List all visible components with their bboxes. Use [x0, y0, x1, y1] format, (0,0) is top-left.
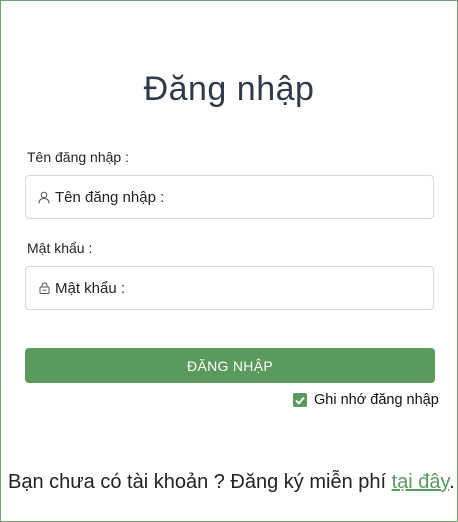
username-label: Tên đăng nhập : [27, 149, 129, 165]
page-title: Đăng nhập [143, 70, 315, 108]
password-input[interactable] [55, 279, 415, 297]
lock-icon [37, 281, 51, 295]
signup-text: Bạn chưa có tài khoản ? Đăng ký miễn phí [8, 471, 392, 493]
password-field[interactable] [25, 266, 434, 310]
login-button[interactable]: ĐĂNG NHẬP [25, 348, 435, 383]
signup-text-end: . [449, 471, 455, 493]
remember-checkbox[interactable] [293, 393, 307, 407]
password-label: Mật khẩu : [27, 240, 93, 256]
checkmark-icon [295, 396, 305, 405]
remember-me[interactable]: Ghi nhớ đăng nhập [293, 392, 439, 408]
remember-label: Ghi nhớ đăng nhập [314, 392, 439, 408]
signup-prompt: Bạn chưa có tài khoản ? Đăng ký miễn phí… [8, 471, 455, 494]
username-field[interactable] [25, 175, 434, 219]
signup-link[interactable]: tại đây [392, 471, 449, 493]
user-icon [37, 190, 51, 204]
username-input[interactable] [55, 188, 415, 206]
